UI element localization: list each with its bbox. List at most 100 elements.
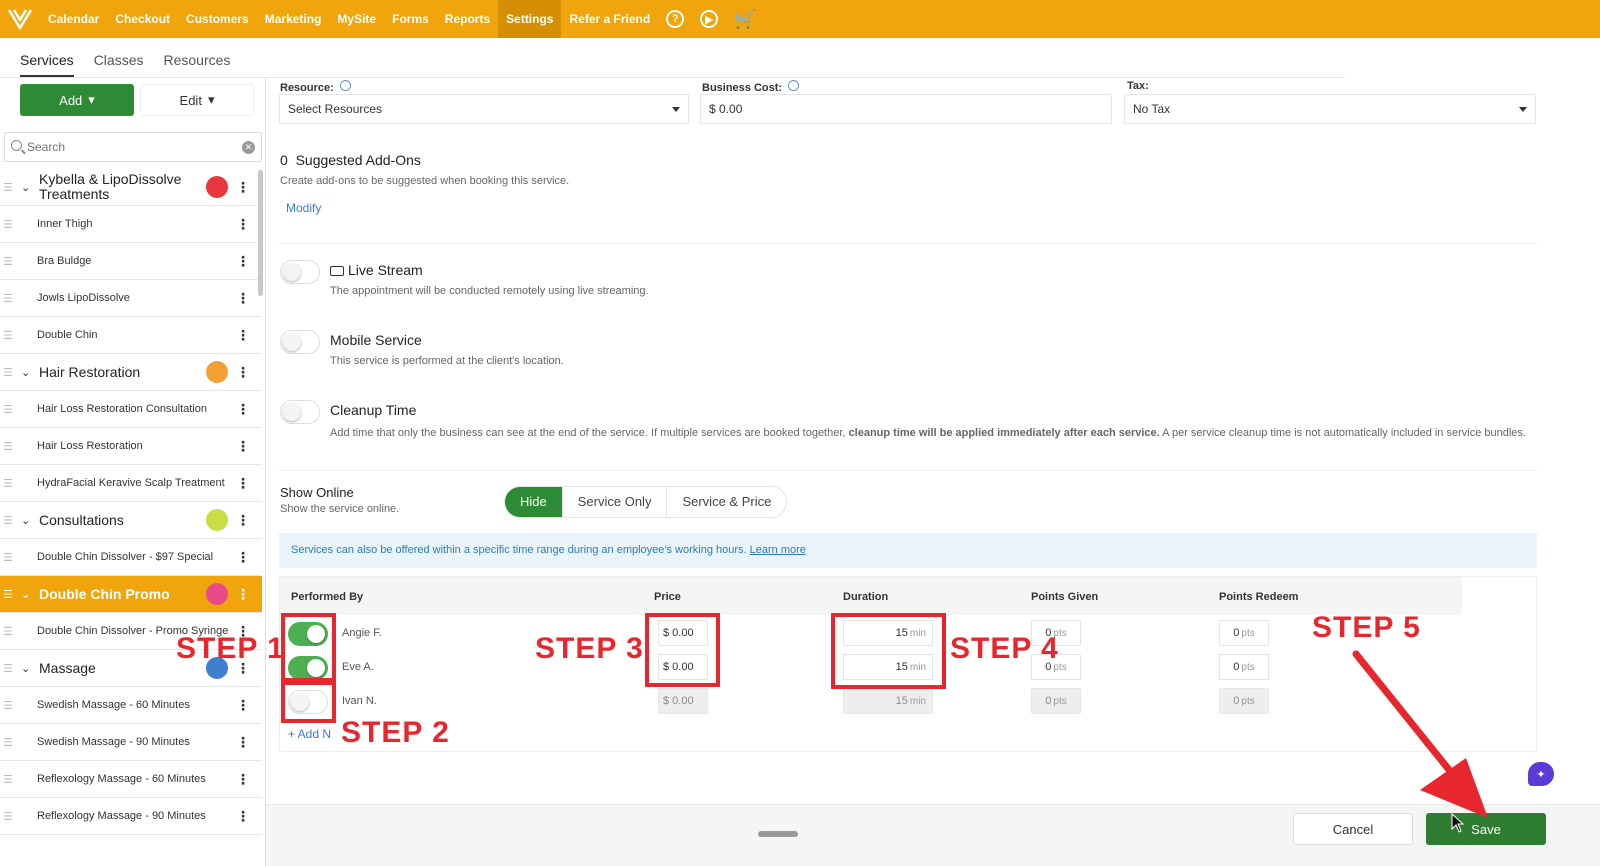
add-button[interactable]: Add ▾ (20, 84, 134, 116)
drag-handle-icon[interactable]: ☰ (3, 329, 13, 342)
drag-handle-icon[interactable]: ☰ (3, 255, 13, 268)
category-color-swatch[interactable] (206, 361, 228, 383)
save-button[interactable]: Save (1426, 813, 1546, 845)
nav-mysite[interactable]: MySite (329, 0, 384, 38)
points-redeem-input[interactable]: 0 pts (1219, 688, 1269, 714)
drag-handle-icon[interactable]: ☰ (3, 625, 13, 638)
drag-handle-icon[interactable]: ☰ (3, 588, 13, 601)
show-online-service-only-option[interactable]: Service Only (562, 487, 668, 517)
drag-handle-icon[interactable]: ☰ (3, 810, 13, 823)
resource-select[interactable]: Select Resources (279, 94, 689, 124)
vagaro-logo-icon[interactable] (0, 0, 40, 38)
more-options-icon[interactable]: ⋮ (236, 734, 250, 751)
service-row[interactable]: ☰ Double Chin Dissolver - $97 Special ⋮ (0, 539, 262, 576)
business-cost-input[interactable]: $ 0.00 (700, 94, 1112, 124)
duration-input[interactable]: 15 min (843, 688, 933, 714)
more-options-icon[interactable]: ⋮ (236, 179, 250, 196)
chevron-down-icon[interactable]: ⌄ (21, 662, 35, 675)
points-given-input[interactable]: 0 pts (1031, 688, 1081, 714)
drag-handle-icon[interactable] (758, 831, 798, 837)
more-options-icon[interactable]: ⋮ (236, 771, 250, 788)
category-color-swatch[interactable] (206, 509, 228, 531)
nav-refer-a-friend[interactable]: Refer a Friend (561, 0, 658, 38)
service-row[interactable]: ☰ Reflexology Massage - 90 Minutes ⋮ (0, 798, 262, 835)
more-options-icon[interactable]: ⋮ (236, 697, 250, 714)
more-options-icon[interactable]: ⋮ (236, 290, 250, 307)
points-redeem-input[interactable]: 0 pts (1219, 620, 1269, 646)
drag-handle-icon[interactable]: ☰ (3, 181, 13, 194)
drag-handle-icon[interactable]: ☰ (3, 440, 13, 453)
show-online-service-price-option[interactable]: Service & Price (667, 487, 787, 517)
more-options-icon[interactable]: ⋮ (236, 253, 250, 270)
chevron-down-icon[interactable]: ⌄ (21, 181, 35, 194)
service-row[interactable]: ☰ Swedish Massage - 60 Minutes ⋮ (0, 687, 262, 724)
nav-checkout[interactable]: Checkout (107, 0, 178, 38)
tax-select[interactable]: No Tax (1124, 94, 1536, 124)
cleanup-time-toggle[interactable] (280, 400, 320, 424)
more-options-icon[interactable]: ⋮ (236, 216, 250, 233)
category-row[interactable]: ☰ ⌄ Kybella & LipoDissolve Treatments ⋮ (0, 169, 262, 206)
edit-button[interactable]: Edit ▾ (140, 84, 254, 116)
more-options-icon[interactable]: ⋮ (236, 586, 250, 603)
category-row[interactable]: ☰ ⌄ Hair Restoration ⋮ (0, 354, 262, 391)
tab-resources[interactable]: Resources (163, 38, 230, 77)
more-options-icon[interactable]: ⋮ (236, 401, 250, 418)
nav-marketing[interactable]: Marketing (257, 0, 330, 38)
service-row[interactable]: ☰ Inner Thigh ⋮ (0, 206, 262, 243)
show-online-hide-option[interactable]: Hide (505, 487, 563, 517)
drag-handle-icon[interactable]: ☰ (3, 403, 13, 416)
play-circle-icon[interactable]: ▶ (700, 10, 719, 28)
service-row[interactable]: ☰ Reflexology Massage - 60 Minutes ⋮ (0, 761, 262, 798)
service-row[interactable]: ☰ Hair Loss Restoration ⋮ (0, 428, 262, 465)
drag-handle-icon[interactable]: ☰ (3, 736, 13, 749)
nav-settings[interactable]: Settings (498, 0, 562, 38)
price-input[interactable]: $ 0.00 (658, 688, 708, 714)
category-color-swatch[interactable] (206, 176, 228, 198)
drag-handle-icon[interactable]: ☰ (3, 366, 13, 379)
modify-addons-link[interactable]: Modify (286, 201, 321, 215)
mobile-service-toggle[interactable] (280, 330, 320, 354)
more-options-icon[interactable]: ⋮ (236, 438, 250, 455)
drag-handle-icon[interactable]: ☰ (3, 551, 13, 564)
learn-more-link[interactable]: Learn more (750, 544, 806, 556)
more-options-icon[interactable]: ⋮ (236, 364, 250, 381)
more-options-icon[interactable]: ⋮ (236, 512, 250, 529)
chat-assistant-icon[interactable]: ✦ (1528, 762, 1554, 786)
service-row[interactable]: ☰ Swedish Massage - 90 Minutes ⋮ (0, 724, 262, 761)
more-options-icon[interactable]: ⋮ (236, 808, 250, 825)
live-stream-toggle[interactable] (280, 260, 320, 284)
nav-reports[interactable]: Reports (437, 0, 498, 38)
cancel-button[interactable]: Cancel (1293, 813, 1413, 845)
chevron-down-icon[interactable]: ⌄ (21, 514, 35, 527)
chevron-down-icon[interactable]: ⌄ (21, 588, 35, 601)
service-row[interactable]: ☰ Double Chin ⋮ (0, 317, 262, 354)
clear-search-icon[interactable]: ✕ (242, 141, 255, 154)
service-row[interactable]: ☰ Jowls LipoDissolve ⋮ (0, 280, 262, 317)
nav-customers[interactable]: Customers (178, 0, 257, 38)
more-options-icon[interactable]: ⋮ (236, 475, 250, 492)
drag-handle-icon[interactable]: ☰ (3, 773, 13, 786)
add-employee-link[interactable]: + Add N (288, 727, 331, 741)
category-row[interactable]: ☰ ⌄ Consultations ⋮ (0, 502, 262, 539)
drag-handle-icon[interactable]: ☰ (3, 477, 13, 490)
drag-handle-icon[interactable]: ☰ (3, 662, 13, 675)
drag-handle-icon[interactable]: ☰ (3, 292, 13, 305)
service-row[interactable]: ☰ Hair Loss Restoration Consultation ⋮ (0, 391, 262, 428)
more-options-icon[interactable]: ⋮ (236, 327, 250, 344)
tab-services[interactable]: Services (20, 38, 74, 77)
category-row[interactable]: ☰ ⌄ Double Chin Promo ⋮ (0, 576, 262, 613)
drag-handle-icon[interactable]: ☰ (3, 218, 13, 231)
search-input[interactable] (5, 133, 215, 161)
chevron-down-icon[interactable]: ⌄ (21, 366, 35, 379)
tab-classes[interactable]: Classes (94, 38, 144, 77)
more-options-icon[interactable]: ⋮ (236, 549, 250, 566)
cart-icon[interactable]: 🛒 (734, 9, 756, 30)
service-row[interactable]: ☰ HydraFacial Keravive Scalp Treatment ⋮ (0, 465, 262, 502)
points-redeem-input[interactable]: 0 pts (1219, 654, 1269, 680)
nav-forms[interactable]: Forms (384, 0, 437, 38)
nav-calendar[interactable]: Calendar (40, 0, 107, 38)
drag-handle-icon[interactable]: ☰ (3, 699, 13, 712)
drag-handle-icon[interactable]: ☰ (3, 514, 13, 527)
category-color-swatch[interactable] (206, 583, 228, 605)
help-circle-icon[interactable]: ? (666, 10, 685, 28)
